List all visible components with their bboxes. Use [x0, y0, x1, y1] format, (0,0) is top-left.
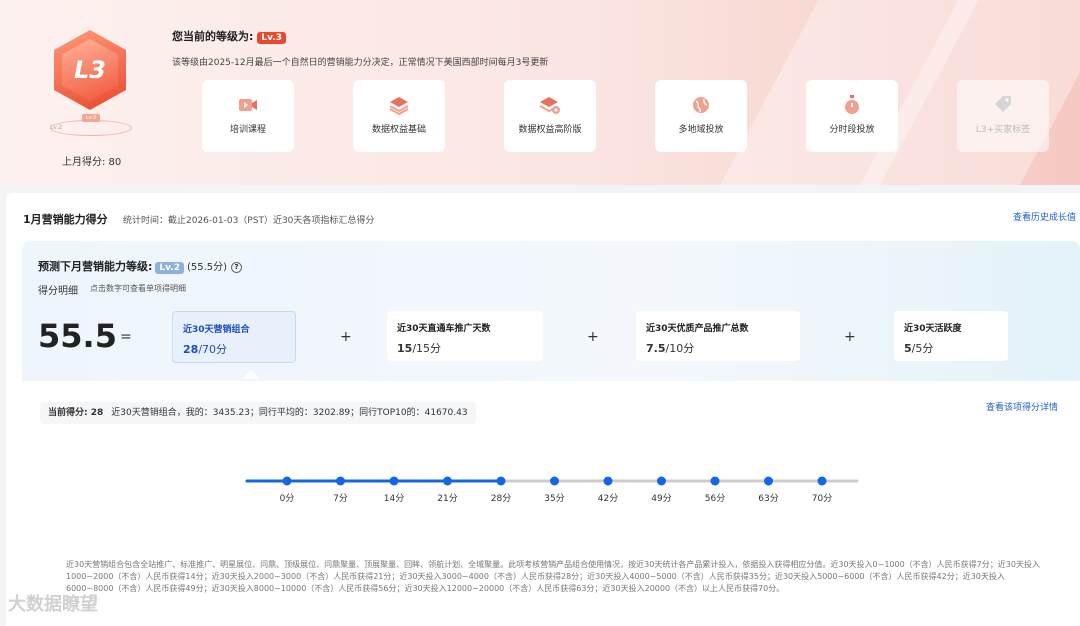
- benefit-card-training[interactable]: 培训课程: [202, 80, 294, 152]
- score-item-max: /70分: [198, 343, 228, 356]
- current-score-text: 近30天营销组合，我的：3435.23；同行平均的：3202.89；同行TOP1…: [111, 408, 468, 418]
- help-icon[interactable]: ?: [231, 262, 243, 273]
- benefit-card-data-advanced[interactable]: 数据权益高阶版: [504, 80, 596, 152]
- video-icon: [237, 94, 259, 116]
- current-level-chip: Lv.3: [257, 32, 286, 44]
- score-detail-label: 得分明细: [38, 286, 78, 297]
- benefit-card-multi-region[interactable]: 多地域投放: [655, 80, 747, 152]
- scale-tick-label: 42分: [598, 493, 618, 504]
- scale-tick-label: 70分: [812, 493, 832, 504]
- panel-subtitle: 统计时间：截止2026-01-03（PST）近30天各项指标汇总得分: [123, 216, 375, 226]
- predicted-level-chip: Lv.2: [155, 262, 184, 274]
- score-item-number[interactable]: 5: [904, 342, 912, 355]
- level-description: 该等级由2025-12月最后一个自然日的营销能力分决定，正常情况下美国西部时间每…: [172, 58, 549, 68]
- last-month-score: 上月得分: 80: [62, 157, 122, 168]
- benefit-card-buyer-tag[interactable]: L3+买家标签: [957, 80, 1049, 152]
- plus-sign: +: [340, 329, 352, 345]
- benefit-card-label: 分时段投放: [829, 125, 875, 135]
- scale-point: [389, 476, 399, 486]
- prediction-box: 预测下月营销能力等级: Lv.2 (55.5分)? 得分明细 点击数字可查看单项得明…: [22, 241, 1080, 381]
- score-item-title: 近30天优质产品推广总数: [646, 324, 749, 334]
- scale-tick-label: 28分: [491, 493, 511, 504]
- prediction-label: 预测下月营销能力等级:: [38, 260, 153, 273]
- benefit-card-label: 多地域投放: [678, 125, 724, 135]
- scale-tick-label: 14分: [384, 493, 404, 504]
- current-level-title: 您当前的等级为: Lv.3: [172, 28, 286, 44]
- scale-point: [496, 476, 506, 486]
- scale-point: [550, 476, 559, 486]
- predicted-score: (55.5分): [186, 262, 228, 273]
- benefit-card-label: 数据权益高阶版: [518, 125, 582, 135]
- scale-point: [657, 476, 666, 486]
- current-score-label: 当前得分: 28: [48, 408, 104, 418]
- panel-title: 1月营销能力得分: [23, 213, 108, 226]
- benefit-card-label: 数据权益基础: [371, 125, 426, 135]
- score-item-max: /5分: [911, 342, 934, 355]
- badge-prev-level: Lv.2: [50, 124, 63, 131]
- score-item-quality-products[interactable]: 近30天优质产品推广总数 7.5/10分: [636, 311, 800, 361]
- score-item-max: /10分: [665, 342, 695, 355]
- score-item-max: /15分: [412, 342, 442, 355]
- scale-point: [710, 476, 720, 486]
- scale-point: [603, 476, 613, 486]
- score-item-title: 近30天活跃度: [904, 324, 962, 334]
- score-item-title: 近30天直通车推广天数: [397, 324, 491, 334]
- plus-sign: +: [587, 329, 599, 345]
- scale-tick-label: 35分: [544, 493, 564, 504]
- score-item-title: 近30天营销组合: [183, 325, 250, 335]
- score-item-value[interactable]: 5/5分: [904, 340, 933, 356]
- score-scale: 0分 7分 14分 21分 28分 35分 42分 49分 56分 63分 70分: [245, 476, 859, 504]
- score-item-promotion-days[interactable]: 近30天直通车推广天数 15/15分: [387, 311, 543, 361]
- badge-base-ring: [50, 120, 132, 136]
- score-panel: 1月营销能力得分 统计时间：截止2026-01-03（PST）近30天各项指标汇…: [6, 193, 1080, 626]
- globe-icon: [690, 94, 712, 116]
- score-item-activity[interactable]: 近30天活跃度 5/5分: [894, 311, 1008, 361]
- scale-tick-label: 7分: [333, 493, 348, 504]
- stopwatch-icon: [841, 94, 863, 116]
- level-badge: L3 Lv.3 Lv.2: [40, 22, 140, 142]
- benefit-card-label: L3+买家标签: [975, 125, 1031, 135]
- score-item-value[interactable]: 7.5/10分: [646, 340, 694, 356]
- total-score: 55.5: [38, 317, 117, 355]
- badge-ribbon: Lv.3: [82, 114, 100, 122]
- benefit-card-time-slot[interactable]: 分时段投放: [806, 80, 898, 152]
- current-level-label: 您当前的等级为:: [172, 30, 254, 43]
- score-item-number[interactable]: 15: [397, 342, 412, 355]
- prediction-title: 预测下月营销能力等级: Lv.2 (55.5分)?: [38, 258, 243, 274]
- scoring-rules-note: 近30天营销组合包含全站推广、标准推广、明星展位、问鼎、顶级展位、问鼎聚量、顶展…: [66, 560, 1040, 593]
- layers-icon: [388, 94, 410, 116]
- scale-tick-label: 0分: [280, 493, 295, 504]
- scale-point: [443, 476, 452, 486]
- benefit-card-data-basic[interactable]: 数据权益基础: [353, 80, 445, 152]
- scale-tick-label: 56分: [705, 493, 725, 504]
- scale-point: [336, 476, 345, 486]
- scale-tick-label: 63分: [758, 493, 778, 504]
- layers-settings-icon: [539, 94, 561, 116]
- benefit-card-label: 培训课程: [229, 125, 266, 135]
- score-item-number[interactable]: 7.5: [646, 342, 666, 355]
- score-item-value[interactable]: 28/70分: [183, 341, 227, 357]
- current-score-box: 当前得分: 28 近30天营销组合，我的：3435.23；同行平均的：3202.8…: [40, 402, 476, 424]
- plus-sign: +: [844, 329, 856, 345]
- watermark-logo: 大数据瞭望: [8, 590, 98, 616]
- scale-point: [282, 476, 292, 486]
- tag-icon: [992, 94, 1014, 116]
- score-item-marketing-combo[interactable]: 近30天营销组合 28/70分: [172, 311, 296, 363]
- scale-point: [764, 476, 773, 486]
- scale-tick-label: 21分: [437, 493, 457, 504]
- history-growth-link[interactable]: 查看历史成长值: [1013, 210, 1076, 223]
- score-item-number[interactable]: 28: [183, 343, 198, 356]
- scale-point: [817, 476, 827, 486]
- watermark-text: 大数据瞭望: [8, 594, 98, 615]
- score-detail-hint: 点击数字可查看单项得明细: [90, 284, 186, 293]
- active-item-pointer: [242, 370, 260, 379]
- score-item-value[interactable]: 15/15分: [397, 340, 441, 356]
- item-detail-link[interactable]: 查看该项得分详情: [986, 400, 1058, 413]
- scale-tick-label: 49分: [651, 493, 671, 504]
- level-header: L3 Lv.3 Lv.2 上月得分: 80 您当前的等级为: Lv.3 该等级由2…: [0, 0, 1080, 185]
- equals-sign: =: [120, 329, 132, 345]
